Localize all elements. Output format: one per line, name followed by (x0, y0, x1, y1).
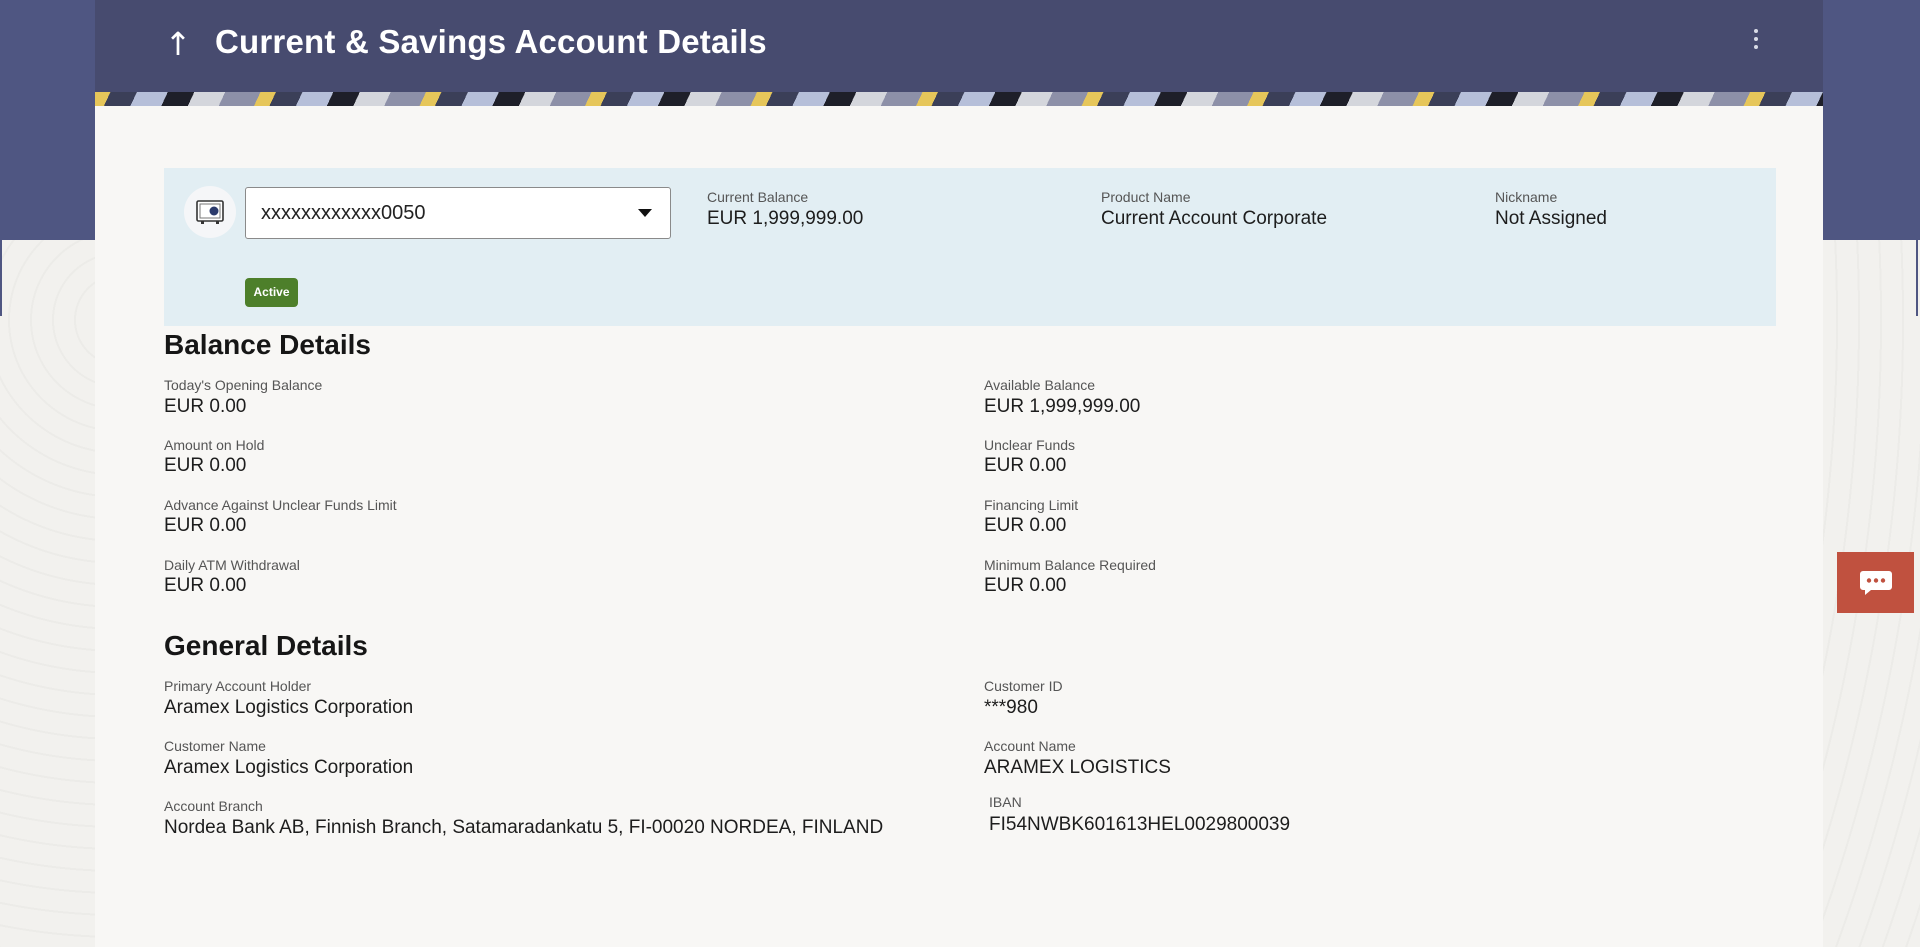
available-balance-value: EUR 1,999,999.00 (984, 396, 1141, 417)
financing-limit-value: EUR 0.00 (984, 515, 1067, 536)
daily-atm-value: EUR 0.00 (164, 575, 247, 596)
account-branch-label: Account Branch (164, 798, 263, 814)
daily-atm-label: Daily ATM Withdrawal (164, 557, 300, 573)
unclear-funds-value: EUR 0.00 (984, 455, 1067, 476)
opening-balance-label: Today's Opening Balance (164, 377, 323, 393)
right-edge-line (1916, 240, 1918, 316)
primary-account-holder-label: Primary Account Holder (164, 678, 312, 694)
primary-account-holder-value: Aramex Logistics Corporation (164, 697, 414, 718)
kebab-menu-icon[interactable] (1745, 24, 1767, 54)
amount-on-hold-value: EUR 0.00 (164, 455, 247, 476)
available-balance-label: Available Balance (984, 377, 1096, 393)
nickname-value: Not Assigned (1495, 208, 1607, 229)
customer-name-value: Aramex Logistics Corporation (164, 757, 414, 778)
customer-id-value: ***980 (984, 697, 1038, 718)
up-arrow-icon[interactable]: ↑ (160, 22, 196, 66)
account-name-label: Account Name (984, 738, 1076, 754)
left-edge-line (0, 240, 2, 316)
chat-button[interactable] (1837, 552, 1914, 613)
advance-unclear-funds-value: EUR 0.00 (164, 515, 247, 536)
chevron-down-icon (638, 209, 652, 217)
product-name-label: Product Name (1101, 189, 1191, 205)
iban-value: FI54NWBK601613HEL0029800039 (989, 814, 1291, 835)
balance-details-title: Balance Details (164, 329, 371, 360)
customer-id-label: Customer ID (984, 678, 1063, 694)
account-branch-value: Nordea Bank AB, Finnish Branch, Satamara… (164, 817, 884, 838)
financing-limit-label: Financing Limit (984, 497, 1079, 513)
customer-name-label: Customer Name (164, 738, 266, 754)
unclear-funds-label: Unclear Funds (984, 437, 1076, 453)
header-decoration (95, 92, 1823, 106)
amount-on-hold-label: Amount on Hold (164, 437, 265, 453)
status-badge: Active (245, 278, 298, 307)
minimum-balance-value: EUR 0.00 (984, 575, 1067, 596)
minimum-balance-label: Minimum Balance Required (984, 557, 1156, 573)
opening-balance-value: EUR 0.00 (164, 396, 247, 417)
advance-unclear-funds-label: Advance Against Unclear Funds Limit (164, 497, 397, 513)
account-number-dropdown[interactable]: xxxxxxxxxxxx0050 (245, 187, 671, 239)
account-name-value: ARAMEX LOGISTICS (984, 757, 1171, 778)
safe-icon (184, 186, 236, 238)
page-title: Current & Savings Account Details (215, 23, 767, 60)
product-name-value: Current Account Corporate (1101, 208, 1328, 229)
current-balance-value: EUR 1,999,999.00 (707, 208, 864, 229)
general-details-title: General Details (164, 630, 368, 661)
chat-bubble-icon (1859, 570, 1892, 595)
current-balance-label: Current Balance (707, 189, 809, 205)
iban-label: IBAN (989, 794, 1022, 810)
nickname-label: Nickname (1495, 189, 1558, 205)
account-number-value: xxxxxxxxxxxx0050 (261, 202, 426, 224)
